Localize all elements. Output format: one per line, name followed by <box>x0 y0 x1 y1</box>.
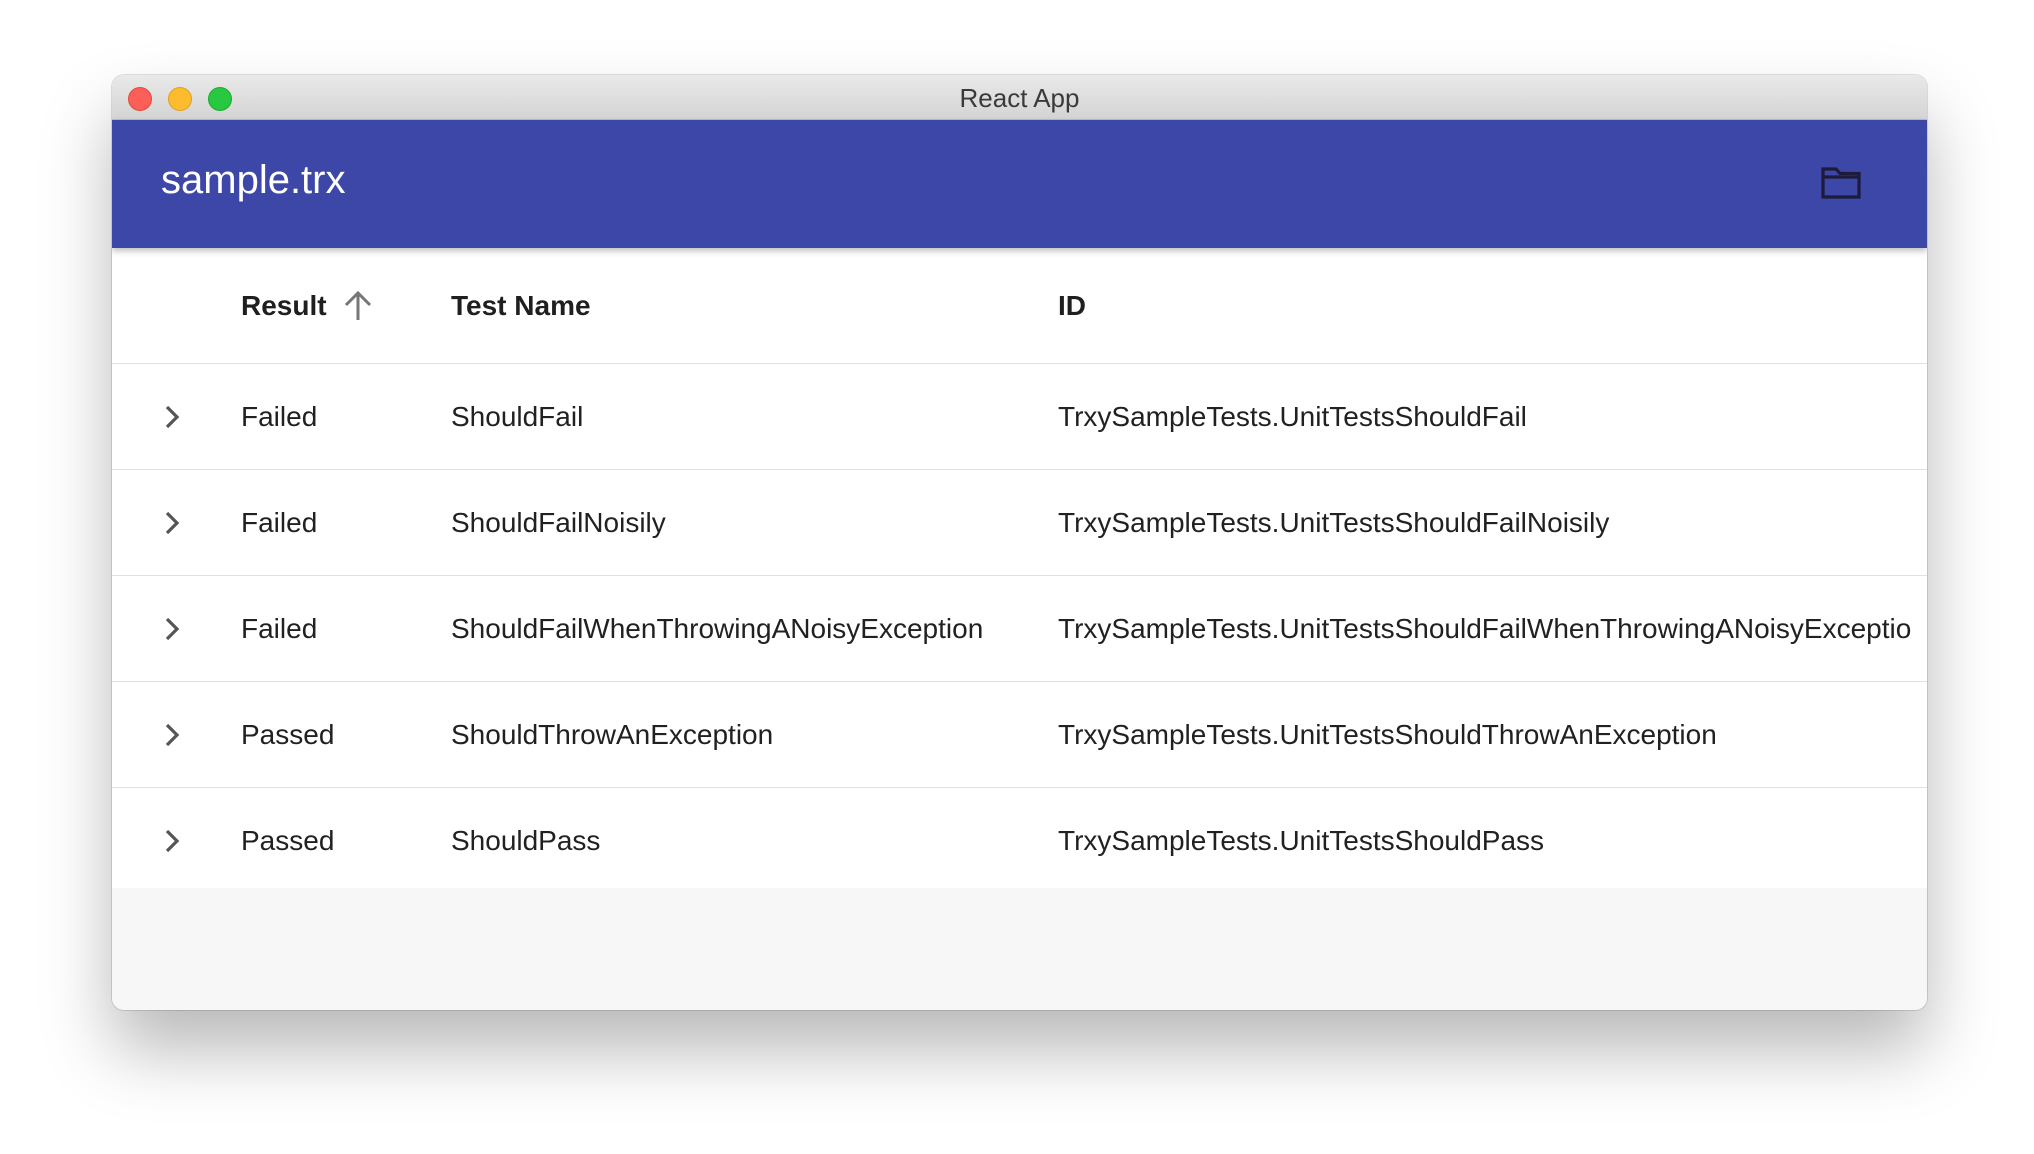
result-cell: Failed <box>241 506 318 538</box>
test-id-cell: TrxySampleTests.UnitTestsShouldThrowAnEx… <box>1058 718 1717 750</box>
window-titlebar[interactable]: React App <box>112 75 1927 120</box>
app-window: React App sample.trx Result Test Name ID… <box>112 75 1927 1010</box>
table-row[interactable]: Failed ShouldFailWhenThrowingANoisyExcep… <box>112 576 1927 682</box>
chevron-right-icon <box>165 405 180 428</box>
expand-row-button[interactable] <box>150 607 194 651</box>
test-name-cell: ShouldPass <box>451 824 601 856</box>
app-title: sample.trx <box>161 158 346 202</box>
expand-row-button[interactable] <box>150 819 194 863</box>
result-cell: Passed <box>241 824 335 856</box>
test-id-cell: TrxySampleTests.UnitTestsShouldFailWhenT… <box>1058 612 1912 644</box>
result-cell: Failed <box>241 612 318 644</box>
test-name-cell: ShouldThrowAnException <box>451 718 774 750</box>
test-name-cell: ShouldFailWhenThrowingANoisyException <box>451 612 984 644</box>
window-title: React App <box>959 83 1080 113</box>
open-file-button[interactable] <box>1815 160 1867 206</box>
test-name-cell: ShouldFailNoisily <box>451 506 666 538</box>
test-id-cell: TrxySampleTests.UnitTestsShouldPass <box>1058 824 1545 856</box>
expand-row-button[interactable] <box>150 395 194 439</box>
expand-row-button[interactable] <box>150 713 194 757</box>
table-row[interactable]: Passed ShouldPass TrxySampleTests.UnitTe… <box>112 788 1927 888</box>
test-id-cell: TrxySampleTests.UnitTestsShouldFailNoisi… <box>1058 506 1610 538</box>
result-cell: Failed <box>241 400 318 432</box>
chevron-right-icon <box>165 829 180 852</box>
column-header-id[interactable]: ID <box>1058 248 1086 363</box>
test-name-cell: ShouldFail <box>451 400 584 432</box>
result-cell: Passed <box>241 718 335 750</box>
table-row[interactable]: Failed ShouldFailNoisily TrxySampleTests… <box>112 470 1927 576</box>
test-results-table: Result Test Name ID Failed ShouldFail Tr… <box>112 248 1927 888</box>
app-bar: sample.trx <box>112 120 1927 248</box>
expand-row-button[interactable] <box>150 501 194 545</box>
column-header-result[interactable]: Result <box>241 248 375 363</box>
folder-icon <box>1821 167 1861 199</box>
chevron-right-icon <box>165 511 180 534</box>
table-header-row: Result Test Name ID <box>112 248 1927 364</box>
chevron-right-icon <box>165 723 180 746</box>
table-row[interactable]: Passed ShouldThrowAnException TrxySample… <box>112 682 1927 788</box>
content-footer-area <box>112 888 1927 1010</box>
test-id-cell: TrxySampleTests.UnitTestsShouldFail <box>1058 400 1527 432</box>
column-header-result-label: Result <box>241 289 327 321</box>
column-header-test-name[interactable]: Test Name <box>451 248 591 363</box>
chevron-right-icon <box>165 617 180 640</box>
arrow-up-icon <box>341 289 375 323</box>
table-row[interactable]: Failed ShouldFail TrxySampleTests.UnitTe… <box>112 364 1927 470</box>
